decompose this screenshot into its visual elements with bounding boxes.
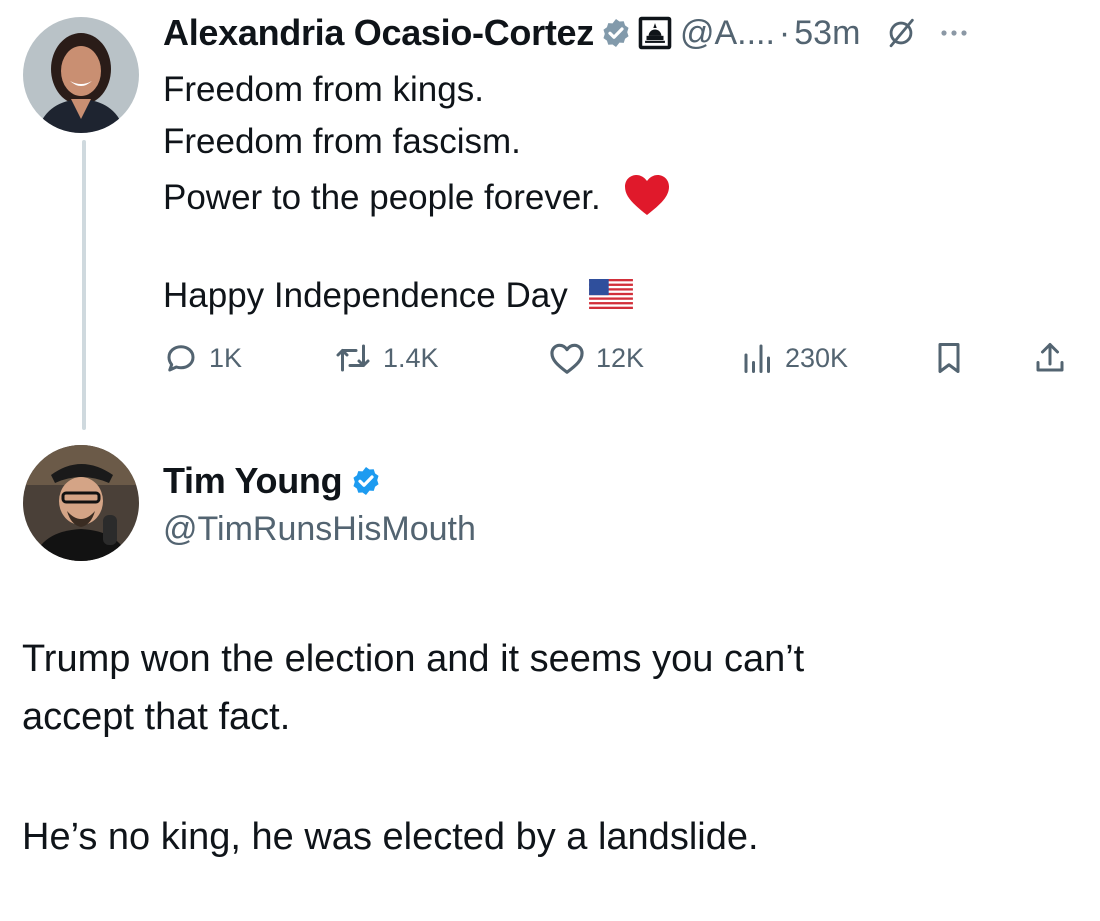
us-flag-emoji xyxy=(589,276,634,320)
tweet-text-line-with-heart: Power to the people forever. xyxy=(163,172,671,227)
more-options-icon[interactable] xyxy=(936,25,972,41)
reply-text-line: Trump won the election and it seems you … xyxy=(22,638,805,680)
tweet-actions: 1K 1.4K 12K 230K xyxy=(163,336,1083,380)
like-count: 12K xyxy=(596,342,645,373)
tweet-text: Happy Independence Day xyxy=(163,276,568,315)
reply-count: 1K xyxy=(209,342,243,373)
display-name[interactable]: Alexandria Ocasio-Cortez xyxy=(163,12,594,54)
tweet-text: Power to the people forever. xyxy=(163,177,601,217)
repost-button[interactable]: 1.4K xyxy=(333,336,439,380)
dot-separator: · xyxy=(778,13,791,52)
verified-badge-icon xyxy=(350,465,382,497)
like-icon xyxy=(548,340,586,376)
reply-button[interactable]: 1K xyxy=(163,336,242,380)
reply-icon xyxy=(163,340,199,376)
author-handle[interactable]: @A.... xyxy=(680,14,775,53)
author-handle[interactable]: @TimRunsHisMouth xyxy=(163,504,476,554)
avatar[interactable] xyxy=(23,17,139,133)
tweet-text-line-with-flag: Happy Independence Day xyxy=(163,274,634,320)
thread-connector-line xyxy=(82,140,86,430)
views-count: 230K xyxy=(785,342,849,373)
timestamp[interactable]: 53m xyxy=(794,14,860,53)
bookmark-icon xyxy=(933,340,965,376)
reply-text-line: He’s no king, he was elected by a landsl… xyxy=(22,816,759,858)
grok-icon[interactable] xyxy=(884,16,918,50)
tweet-text-line: Freedom from fascism. xyxy=(163,122,521,161)
capitol-building-icon xyxy=(638,16,672,50)
views-button[interactable]: 230K xyxy=(741,336,848,380)
bookmark-button[interactable] xyxy=(933,336,965,380)
reply-text-line: accept that fact. xyxy=(22,696,291,738)
display-name[interactable]: Tim Young xyxy=(163,460,343,502)
avatar[interactable] xyxy=(23,445,139,561)
tweet-header: Tim Young xyxy=(163,456,382,506)
views-icon xyxy=(741,340,775,376)
tweet-text-line: Freedom from kings. xyxy=(163,70,484,109)
share-icon xyxy=(1033,340,1067,376)
share-button[interactable] xyxy=(1033,336,1067,380)
like-button[interactable]: 12K xyxy=(548,336,644,380)
repost-icon xyxy=(333,340,373,376)
tweet-header: Alexandria Ocasio-Cortez @A.... · 53m xyxy=(163,8,972,58)
red-heart-emoji xyxy=(623,172,671,227)
repost-count: 1.4K xyxy=(383,342,439,373)
verified-badge-icon xyxy=(600,17,632,49)
